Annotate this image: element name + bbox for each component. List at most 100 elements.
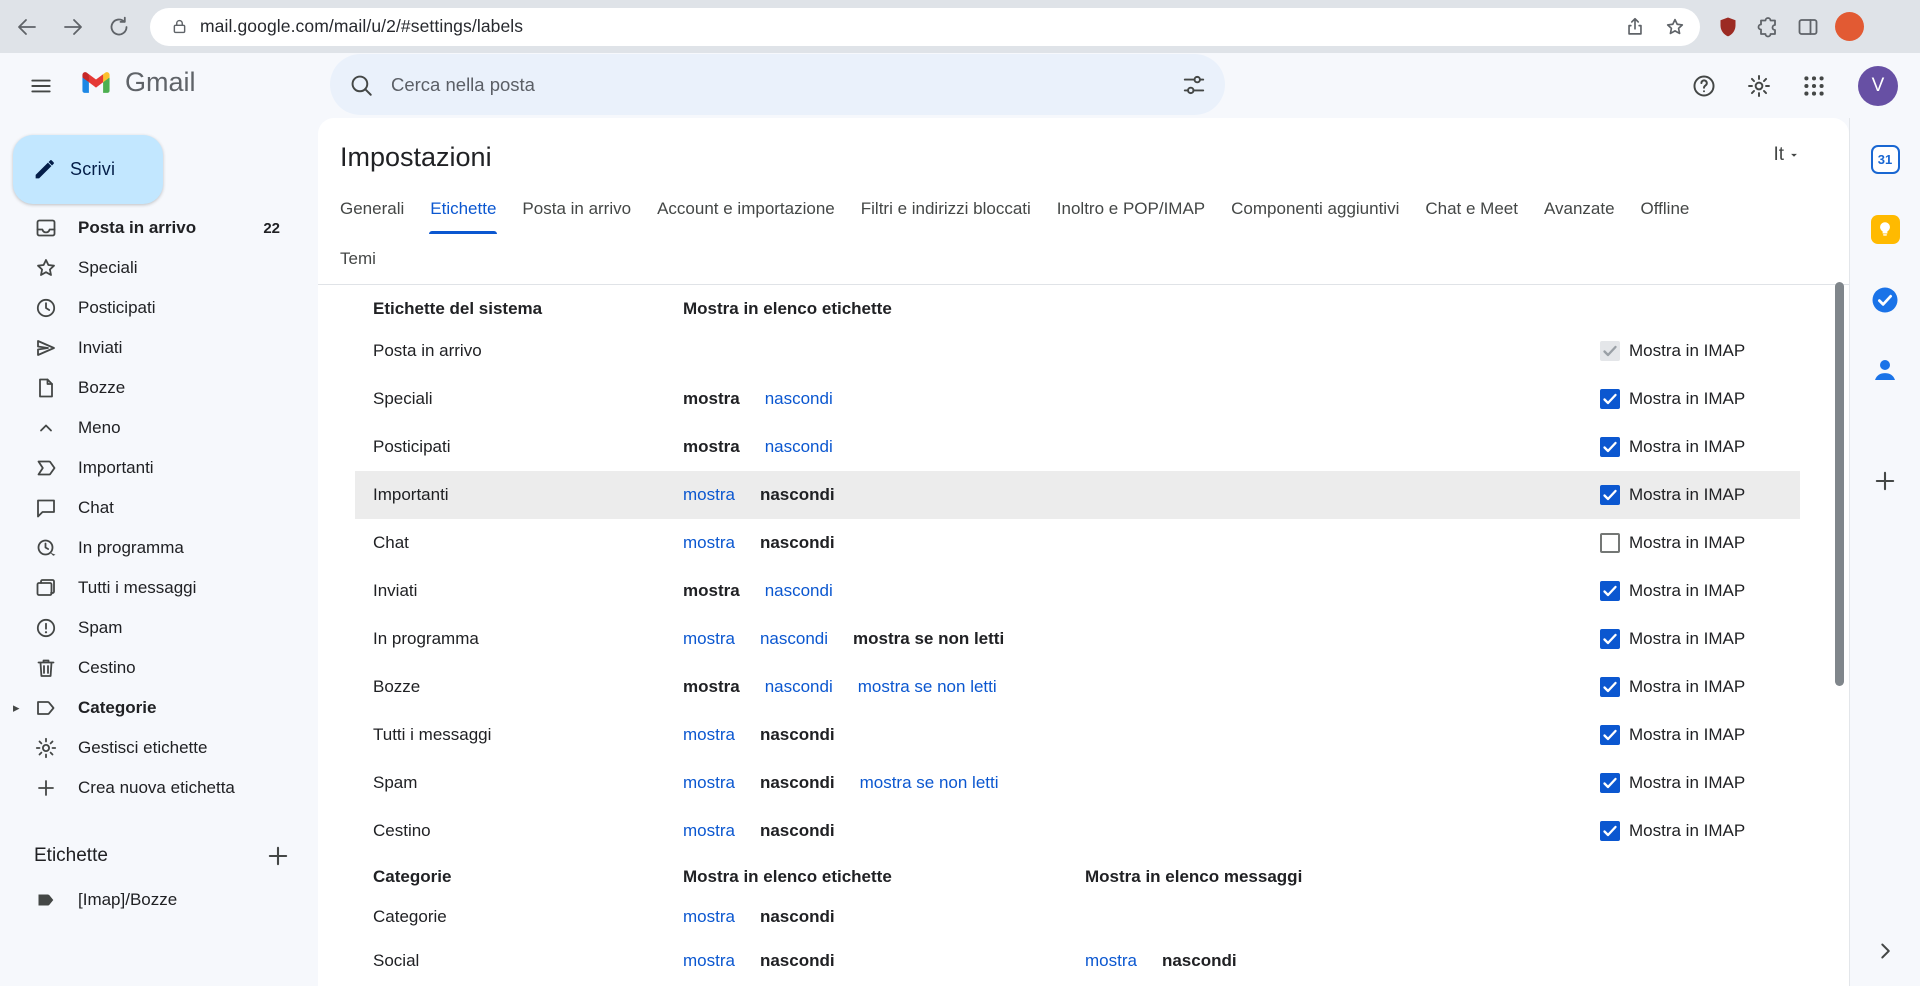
sidebar-label-imap-bozze[interactable]: [Imap]/Bozze — [0, 880, 306, 920]
imap-checkbox-importanti[interactable] — [1600, 485, 1620, 505]
sidebar-item-tutti-i-messaggi[interactable]: Tutti i messaggi — [0, 568, 306, 608]
tab-filtri-e-indirizzi-bloccati[interactable]: Filtri e indirizzi bloccati — [848, 184, 1044, 234]
tab-componenti-aggiuntivi[interactable]: Componenti aggiuntivi — [1218, 184, 1412, 234]
sidebar-item-bozze[interactable]: Bozze — [0, 368, 306, 408]
option-mostra[interactable]: mostra — [683, 485, 735, 505]
apps-button[interactable] — [1789, 61, 1838, 110]
side-panel-toggle-icon[interactable] — [1796, 15, 1820, 39]
option-mostra[interactable]: mostra — [683, 773, 735, 793]
compose-button[interactable]: Scrivi — [13, 135, 163, 204]
imap-cell: Mostra in IMAP — [1600, 533, 1800, 553]
input-tools-button[interactable]: It — [1773, 144, 1801, 166]
settings-button[interactable] — [1734, 61, 1783, 110]
search-options-button[interactable] — [1170, 61, 1218, 109]
sidebar-item-in-programma[interactable]: In programma — [0, 528, 306, 568]
imap-checkbox-bozze[interactable] — [1600, 677, 1620, 697]
option-nascondi[interactable]: nascondi — [765, 581, 833, 601]
sidebar-item-spam[interactable]: Spam — [0, 608, 306, 648]
tab-offline[interactable]: Offline — [1628, 184, 1703, 234]
draft-icon — [34, 376, 58, 400]
imap-checkbox-inviati[interactable] — [1600, 581, 1620, 601]
imap-checkbox-in-programma[interactable] — [1600, 629, 1620, 649]
browser-back-button[interactable] — [8, 8, 46, 46]
option-mostra[interactable]: mostra — [683, 629, 735, 649]
bookmark-star-icon[interactable] — [1664, 16, 1686, 38]
option-nascondi[interactable]: nascondi — [765, 437, 833, 457]
main-menu-button[interactable] — [16, 61, 65, 110]
system-labels-column-header: Etichette del sistema — [355, 299, 683, 319]
sidebar: Scrivi Posta in arrivo22SpecialiPosticip… — [0, 118, 318, 986]
sidebar-item-speciali[interactable]: Speciali — [0, 248, 306, 288]
tab-temi[interactable]: Temi — [327, 234, 389, 284]
imap-checkbox-spam[interactable] — [1600, 773, 1620, 793]
keep-icon — [1871, 215, 1900, 244]
sidebar-item-chat[interactable]: Chat — [0, 488, 306, 528]
share-icon[interactable] — [1624, 16, 1646, 38]
hamburger-icon — [28, 73, 54, 99]
show-side-panel-button[interactable] — [1865, 931, 1905, 971]
option-mostra-se-non-letti[interactable]: mostra se non letti — [858, 677, 997, 697]
address-bar[interactable]: mail.google.com/mail/u/2/#settings/label… — [150, 8, 1700, 46]
imap-checkbox-tutti-i-messaggi[interactable] — [1600, 725, 1620, 745]
contacts-button[interactable] — [1865, 350, 1905, 390]
option-mostra[interactable]: mostra — [683, 951, 735, 971]
get-addons-button[interactable] — [1865, 461, 1905, 501]
tab-inoltro-e-pop-imap[interactable]: Inoltro e POP/IMAP — [1044, 184, 1218, 234]
sidebar-item-meno[interactable]: Meno — [0, 408, 306, 448]
sidebar-item-importanti[interactable]: Importanti — [0, 448, 306, 488]
tab-generali[interactable]: Generali — [327, 184, 417, 234]
sidebar-item-crea-nuova-etichetta[interactable]: Crea nuova etichetta — [0, 768, 306, 808]
imap-checkbox-posticipati[interactable] — [1600, 437, 1620, 457]
keep-button[interactable] — [1865, 209, 1905, 249]
category-icon — [34, 696, 58, 720]
adblock-extension-icon[interactable] — [1716, 15, 1740, 39]
option-mostra-se-non-letti[interactable]: mostra se non letti — [860, 773, 999, 793]
sidebar-item-posta-in-arrivo[interactable]: Posta in arrivo22 — [0, 208, 306, 248]
calendar-button[interactable]: 31 — [1865, 139, 1905, 179]
reload-icon — [107, 15, 131, 39]
settings-tabs: GeneraliEtichettePosta in arrivoAccount … — [318, 184, 1849, 285]
option-mostra[interactable]: mostra — [683, 907, 735, 927]
tab-account-e-importazione[interactable]: Account e importazione — [644, 184, 848, 234]
create-label-icon[interactable] — [264, 842, 292, 870]
option-nascondi[interactable]: nascondi — [760, 629, 828, 649]
option-mostra[interactable]: mostra — [683, 725, 735, 745]
account-avatar[interactable]: V — [1858, 66, 1898, 106]
browser-reload-button[interactable] — [100, 8, 138, 46]
search-button[interactable] — [337, 61, 385, 109]
tab-chat-e-meet[interactable]: Chat e Meet — [1412, 184, 1531, 234]
extensions-icon[interactable] — [1756, 15, 1780, 39]
option-mostra[interactable]: mostra — [1085, 951, 1137, 971]
search-icon — [348, 72, 374, 98]
tab-avanzate[interactable]: Avanzate — [1531, 184, 1628, 234]
tasks-button[interactable] — [1865, 280, 1905, 320]
browser-profile-avatar[interactable] — [1835, 12, 1864, 41]
imap-checkbox-cestino[interactable] — [1600, 821, 1620, 841]
imap-checkbox-speciali[interactable] — [1600, 389, 1620, 409]
gear-icon — [34, 736, 58, 760]
sidebar-item-inviati[interactable]: Inviati — [0, 328, 306, 368]
scrollbar-thumb[interactable] — [1835, 282, 1844, 686]
sidebar-item-posticipati[interactable]: Posticipati — [0, 288, 306, 328]
tab-posta-in-arrivo[interactable]: Posta in arrivo — [509, 184, 644, 234]
imap-checkbox-chat[interactable] — [1600, 533, 1620, 553]
help-button[interactable] — [1679, 61, 1728, 110]
tab-etichette[interactable]: Etichette — [417, 184, 509, 234]
label-row-cestino: CestinomostranascondiMostra in IMAP — [355, 807, 1800, 855]
option-nascondi[interactable]: nascondi — [765, 677, 833, 697]
gmail-logo[interactable]: Gmail — [76, 67, 196, 98]
sidebar-item-categorie[interactable]: ▸Categorie — [0, 688, 306, 728]
search-input[interactable] — [385, 54, 1170, 115]
sidebar-item-gestisci-etichette[interactable]: Gestisci etichette — [0, 728, 306, 768]
option-mostra[interactable]: mostra — [683, 821, 735, 841]
sidebar-item-cestino[interactable]: Cestino — [0, 648, 306, 688]
label-row-posta-in-arrivo: Posta in arrivoMostra in IMAP — [355, 327, 1800, 375]
browser-forward-button[interactable] — [54, 8, 92, 46]
calendar-icon: 31 — [1871, 145, 1900, 174]
expand-arrow-icon[interactable]: ▸ — [13, 700, 20, 716]
option-nascondi[interactable]: nascondi — [765, 389, 833, 409]
tasks-icon — [1870, 285, 1900, 315]
label-options: mostranascondi — [683, 389, 1600, 409]
option-mostra[interactable]: mostra — [683, 533, 735, 553]
sidebar-item-label: In programma — [78, 538, 280, 558]
